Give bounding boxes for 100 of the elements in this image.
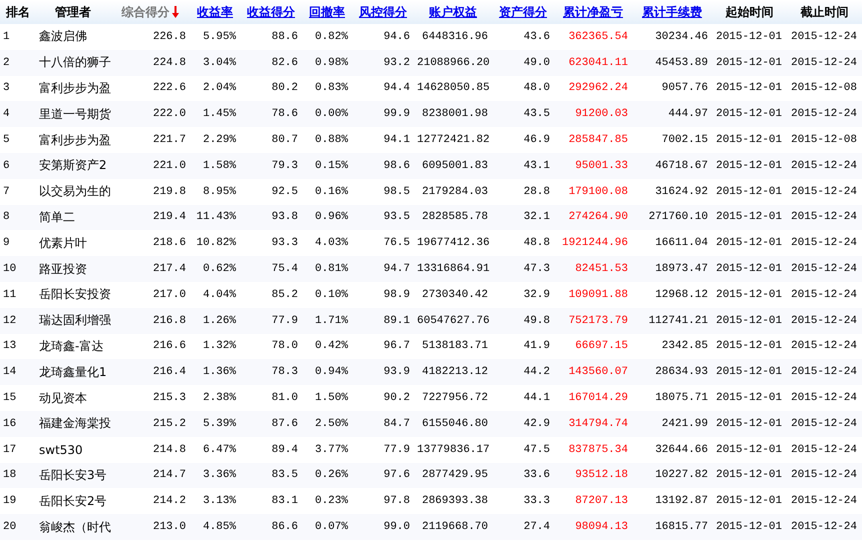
- column-header[interactable]: 综合得分: [122, 4, 170, 20]
- table-cell-text: 31624.92: [654, 186, 709, 198]
- table-cell-text: 93.9: [382, 366, 411, 378]
- manager-name: 动见资本: [38, 390, 88, 407]
- table-cell-text: 271760.10: [648, 211, 709, 224]
- manager-name: 龙琦鑫-富达: [38, 338, 104, 355]
- table-cell-text: 98.5: [382, 186, 411, 198]
- column-header[interactable]: 风控得分: [359, 4, 407, 20]
- table-cell-text: 2015-12-01: [714, 134, 783, 146]
- manager-name: 岳阳长安3号: [38, 466, 108, 484]
- table-cell-text: 217.0: [152, 288, 187, 301]
- table-cell-text: 97.8: [382, 495, 411, 508]
- table-cell-text: 216.8: [152, 314, 187, 327]
- table-cell-text: 8: [2, 211, 11, 224]
- table-cell-text: 84.7: [382, 418, 411, 430]
- table-cell-text: 6.47%: [202, 444, 237, 456]
- manager-name: 路亚投资: [38, 260, 88, 278]
- table-cell-text: 2179284.03: [420, 186, 489, 198]
- table-cell-text: 11.43%: [195, 211, 237, 224]
- table-cell-text: 0.98%: [314, 56, 349, 69]
- column-header[interactable]: 累计净盈亏: [563, 4, 623, 20]
- column-header[interactable]: 累计手续费: [642, 4, 702, 20]
- table-cell-text: 12772421.82: [416, 134, 491, 146]
- table-cell-text: 15: [2, 392, 18, 404]
- table-cell-text: 44.1: [522, 392, 551, 404]
- table-cell-text: 8238001.98: [420, 108, 489, 120]
- table-cell-text: 2015-12-01: [714, 56, 783, 69]
- table-cell-text: 2015-12-01: [714, 495, 783, 508]
- table-cell-text: 60547627.76: [416, 314, 491, 327]
- table-cell-text: 0.94%: [314, 366, 349, 378]
- column-header[interactable]: 收益率: [197, 4, 233, 20]
- table-cell-text: 0.82%: [314, 30, 349, 43]
- table-cell-text: 93.5: [382, 211, 411, 224]
- table-cell-text: 18: [2, 469, 18, 482]
- table-cell-text: 0.26%: [314, 469, 349, 482]
- table-cell-text: 32.1: [522, 211, 551, 224]
- table-cell-text: 221.7: [152, 134, 187, 146]
- table-cell-text: 5.95%: [202, 30, 237, 43]
- table-cell-text: 112741.21: [648, 314, 709, 327]
- table-cell-text: 0.07%: [314, 521, 349, 534]
- table-cell-text: 13316864.91: [416, 263, 491, 276]
- table-cell-text: 18973.47: [654, 263, 709, 276]
- column-header[interactable]: 资产得分: [499, 4, 547, 20]
- table-cell-text: 78.6: [270, 108, 299, 120]
- table-cell-text: 77.9: [382, 444, 411, 456]
- column-header[interactable]: 收益得分: [247, 4, 295, 20]
- table-cell-text: 94.4: [382, 82, 411, 94]
- table-cell-text: 93512.18: [574, 469, 629, 482]
- table-cell-text: 11: [2, 288, 18, 301]
- table-cell-text: 82.6: [270, 56, 299, 69]
- table-cell-text: 2015-12-01: [714, 469, 783, 482]
- table-cell-text: 30234.46: [654, 30, 709, 43]
- table-cell-text: 2015-12-01: [714, 418, 783, 430]
- table-cell-text: 16611.04: [654, 237, 709, 250]
- table-cell-text: 2015-12-01: [714, 366, 783, 378]
- table-cell-text: 444.97: [667, 108, 709, 120]
- table-cell-text: 43.6: [522, 30, 551, 43]
- table-cell-text: 93.8: [270, 211, 299, 224]
- table-cell-text: 2015-12-01: [714, 444, 783, 456]
- column-header[interactable]: 账户权益: [429, 4, 477, 20]
- table-cell-text: 78.3: [270, 366, 299, 378]
- table-cell-text: 2015-12-24: [790, 263, 858, 276]
- table-cell-text: 179100.08: [568, 186, 629, 198]
- table-cell-text: 0.10%: [314, 288, 349, 301]
- table-cell-text: 3.04%: [202, 56, 237, 69]
- table-cell-text: 14: [2, 366, 18, 378]
- table-cell-text: 43.1: [522, 160, 551, 172]
- table-cell-text: 80.2: [270, 82, 299, 94]
- table-cell-text: 2.38%: [202, 392, 237, 404]
- table-cell-text: 2015-12-24: [790, 56, 858, 69]
- table-cell-text: 28634.93: [654, 366, 709, 378]
- table-cell-text: 213.0: [152, 521, 187, 534]
- table-cell-text: 2730340.42: [420, 288, 489, 301]
- table-cell-text: 219.8: [152, 186, 187, 198]
- manager-name: 鑫波启佛: [38, 28, 88, 46]
- table-cell-text: 2015-12-01: [714, 263, 783, 276]
- table-cell-text: 83.1: [270, 495, 299, 508]
- table-cell-text: 224.8: [152, 56, 187, 69]
- table-cell-text: 88.6: [270, 30, 299, 43]
- table-cell-text: 4.04%: [202, 288, 237, 301]
- table-cell-text: 14628050.85: [416, 82, 491, 94]
- table-cell-text: 0.16%: [314, 186, 349, 198]
- table-cell-text: 2.50%: [314, 418, 349, 430]
- table-cell-text: 77.9: [270, 314, 299, 327]
- table-cell-text: 2119668.70: [420, 521, 489, 534]
- table-cell-text: 83.5: [270, 469, 299, 482]
- table-cell-text: 99.0: [382, 521, 411, 534]
- table-cell-text: 215.3: [152, 392, 187, 404]
- table-cell-text: 16815.77: [654, 521, 709, 534]
- column-header[interactable]: 回撤率: [309, 4, 345, 20]
- table-cell-text: 2015-12-01: [714, 392, 783, 404]
- table-cell-text: 42.9: [522, 418, 551, 430]
- table-cell-text: 18075.71: [654, 392, 709, 404]
- table-cell-text: 214.8: [152, 444, 187, 456]
- table-cell-text: 7002.15: [660, 134, 709, 146]
- table-cell-text: 2015-12-08: [790, 82, 858, 94]
- table-cell-text: 98.9: [382, 288, 411, 301]
- table-cell-text: 285847.85: [568, 134, 629, 146]
- table-cell-text: 2015-12-24: [790, 288, 858, 301]
- table-cell-text: 2015-12-08: [790, 134, 858, 146]
